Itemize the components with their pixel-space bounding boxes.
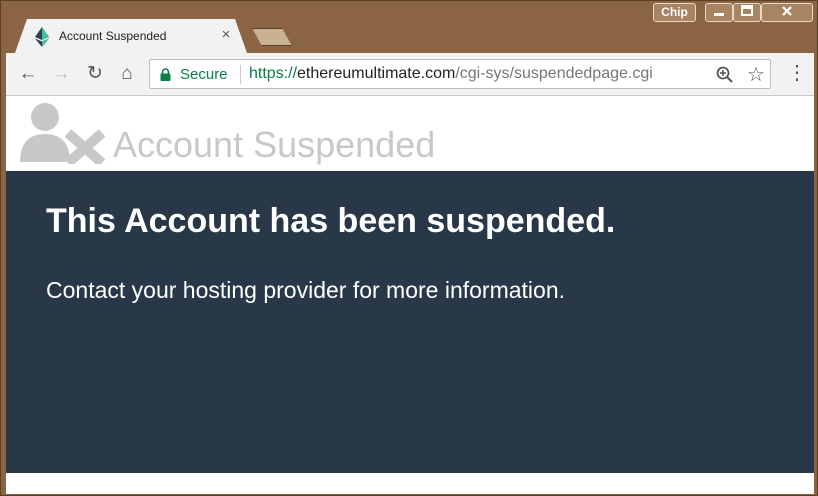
new-tab-icon[interactable] [252, 28, 292, 46]
secure-label: Secure [180, 66, 228, 83]
menu-icon[interactable]: ⋮ [787, 62, 807, 86]
page-footer [6, 473, 814, 494]
url-scheme: https:// [249, 65, 298, 82]
maximize-button[interactable] [733, 3, 761, 22]
ethereum-favicon-icon [35, 27, 49, 47]
maximize-icon [741, 5, 753, 16]
home-icon[interactable]: ⌂ [115, 62, 139, 86]
user-x-icon [20, 103, 106, 164]
reload-icon[interactable]: ↻ [83, 62, 107, 86]
close-icon[interactable]: × [217, 26, 235, 44]
url-text[interactable]: https://ethereumultimate.com/cgi-sys/sus… [249, 65, 653, 83]
minimize-button[interactable] [705, 3, 733, 22]
window-close-icon [782, 6, 792, 16]
zoom-icon[interactable] [715, 65, 735, 85]
tab-account-suspended[interactable]: Account Suspended × [15, 19, 247, 53]
page-header: Account Suspended [6, 96, 814, 171]
window-close-button[interactable] [761, 3, 813, 22]
address-bar[interactable]: Secure https://ethereumultimate.com/cgi-… [149, 59, 771, 89]
suspension-heading: This Account has been suspended. [46, 202, 616, 240]
back-arrow-icon[interactable]: ← [16, 62, 40, 86]
page-content: Account Suspended This Account has been … [6, 96, 814, 494]
browser-window: Account Suspended × Chip ← → ↻ ⌂ Secure … [0, 0, 818, 496]
suspension-message: Contact your hosting provider for more i… [46, 277, 566, 303]
profile-button[interactable]: Chip [653, 3, 696, 22]
lock-icon [160, 68, 171, 81]
forward-arrow-icon[interactable]: → [49, 62, 73, 86]
page-header-title: Account Suspended [113, 124, 436, 165]
url-path: /cgi-sys/suspendedpage.cgi [455, 65, 653, 82]
star-icon[interactable]: ☆ [744, 62, 768, 87]
suspension-panel: This Account has been suspended. Contact… [6, 171, 814, 473]
omnibox-divider [240, 65, 241, 84]
minimize-icon [714, 13, 724, 16]
browser-toolbar: ← → ↻ ⌂ Secure https://ethereumultimate.… [6, 53, 814, 96]
url-host: ethereumultimate.com [297, 65, 456, 82]
title-bar: Account Suspended × Chip [1, 1, 817, 53]
tab-title: Account Suspended [59, 29, 167, 43]
